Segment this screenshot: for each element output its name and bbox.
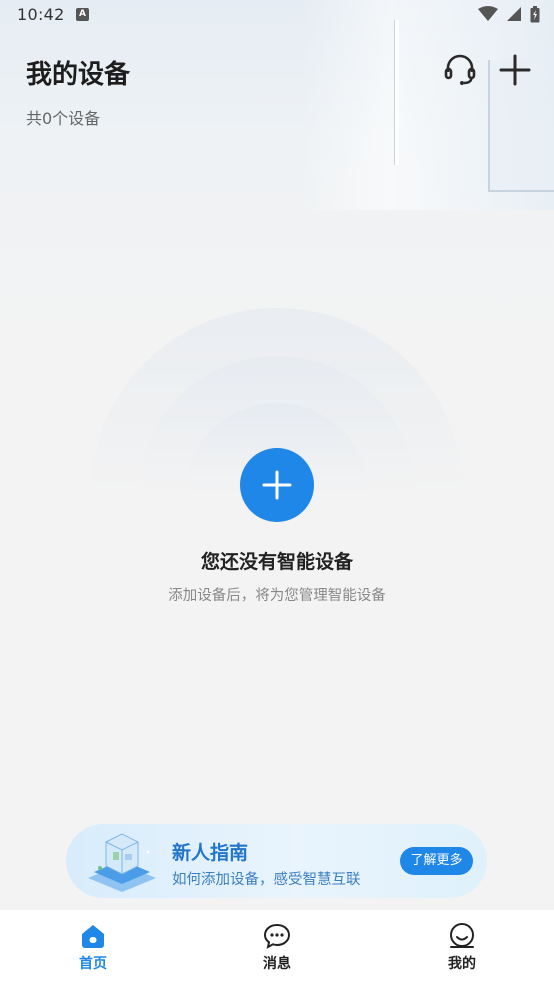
- a-notification-icon: A: [76, 8, 89, 21]
- add-device-button[interactable]: [495, 50, 535, 90]
- nav-label-messages: 消息: [263, 956, 291, 972]
- add-device-circle-button[interactable]: [240, 448, 314, 522]
- nav-item-home[interactable]: 首页: [53, 922, 133, 973]
- home-icon: [82, 925, 104, 948]
- signal-icon: [506, 7, 521, 21]
- guide-title: 新人指南: [172, 842, 249, 864]
- nav-label-home: 首页: [79, 956, 107, 972]
- bottom-nav: 首页 消息 我的: [0, 910, 554, 984]
- plus-icon: [262, 470, 292, 500]
- empty-state-subtitle: 添加设备后，将为您管理智能设备: [168, 588, 386, 604]
- learn-more-button[interactable]: 了解更多: [400, 847, 473, 875]
- empty-state-title: 您还没有智能设备: [200, 551, 353, 573]
- message-icon: [263, 923, 291, 949]
- new-user-guide-banner[interactable]: 新人指南 如何添加设备，感受智慧互联 了解更多: [66, 824, 487, 898]
- plus-icon: [499, 54, 531, 86]
- header-decoration-pane: [394, 20, 399, 165]
- status-icons: [475, 6, 540, 25]
- nav-label-profile: 我的: [448, 956, 476, 972]
- status-time: 10:42: [17, 5, 65, 24]
- nav-item-profile[interactable]: 我的: [422, 922, 502, 973]
- status-bar: 10:42 A: [0, 0, 554, 30]
- wifi-icon: [477, 6, 498, 21]
- smart-home-cube-illustration: [88, 833, 156, 892]
- page-title: 我的设备: [26, 60, 131, 90]
- headset-support-icon: [444, 54, 476, 85]
- support-button[interactable]: [440, 50, 480, 90]
- guide-subtitle: 如何添加设备，感受智慧互联: [172, 872, 361, 888]
- nav-item-messages[interactable]: 消息: [237, 922, 317, 973]
- profile-icon: [450, 923, 474, 948]
- battery-icon: [530, 6, 540, 23]
- device-count: 共0个设备: [26, 109, 101, 128]
